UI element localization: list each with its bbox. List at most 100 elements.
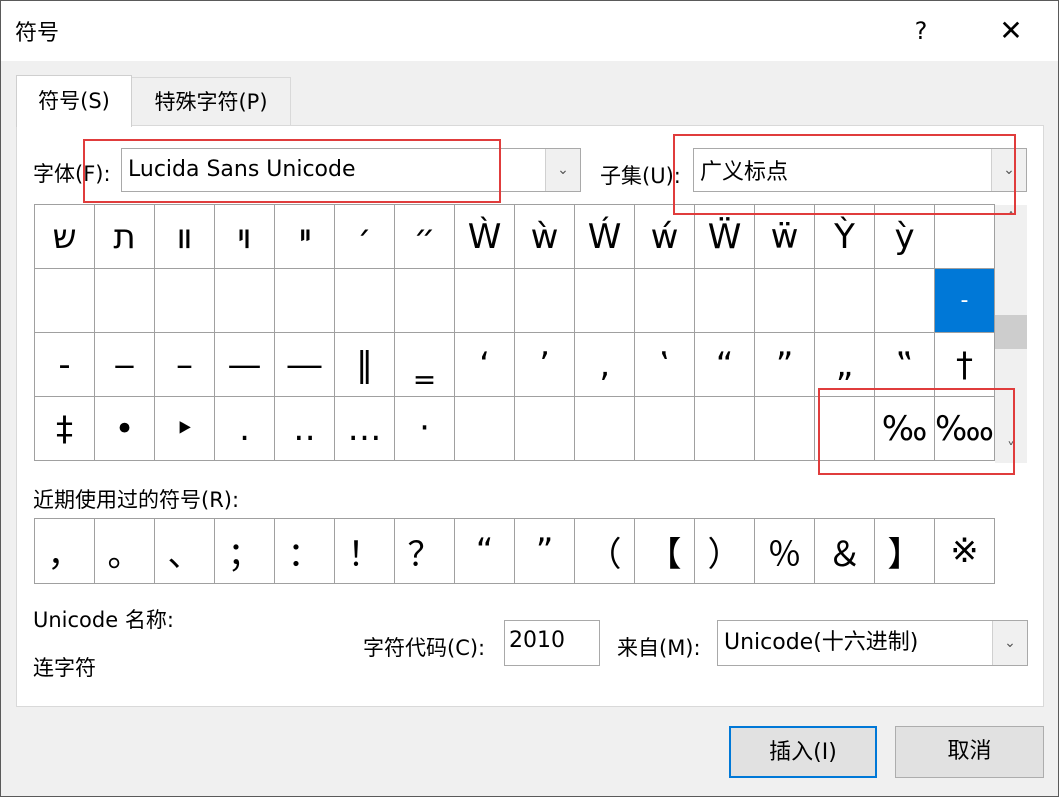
unicode-name-value: 连字符 — [33, 656, 96, 680]
symbol-cell[interactable]: – — [154, 332, 215, 397]
symbol-cell[interactable]: ‚ — [574, 332, 635, 397]
symbol-cell[interactable] — [694, 268, 755, 333]
symbol-cell[interactable] — [274, 268, 335, 333]
help-button[interactable]: ? — [894, 1, 948, 61]
recent-symbol-cell[interactable]: ） — [694, 518, 755, 584]
chevron-down-icon[interactable]: ⌄ — [992, 621, 1027, 665]
symbol-cell[interactable] — [154, 268, 215, 333]
recent-symbol-cell[interactable]: ！ — [334, 518, 395, 584]
symbol-cell[interactable]: ש — [34, 204, 95, 269]
font-combobox[interactable]: Lucida Sans Unicode ⌄ — [121, 148, 581, 192]
symbol-cell[interactable]: ẃ — [634, 204, 695, 269]
symbol-cell[interactable]: ײ — [274, 204, 335, 269]
chevron-down-icon[interactable]: ⌄ — [991, 149, 1026, 191]
symbol-cell[interactable]: … — [334, 396, 395, 461]
recent-symbol-cell[interactable]: 】 — [874, 518, 935, 584]
scroll-down-icon[interactable]: ˅ — [995, 435, 1027, 463]
symbol-cell[interactable]: װ — [154, 204, 215, 269]
symbol-cell[interactable]: • — [94, 396, 155, 461]
symbol-cell[interactable]: — — [214, 332, 275, 397]
scroll-up-icon[interactable]: ˄ — [995, 205, 1027, 233]
symbol-cell[interactable]: Ẅ — [694, 204, 755, 269]
symbol-cell[interactable] — [754, 396, 815, 461]
recent-symbol-cell[interactable]: ＆ — [814, 518, 875, 584]
symbol-cell[interactable]: Ẃ — [574, 204, 635, 269]
symbol-cell[interactable]: ‛ — [634, 332, 695, 397]
from-combobox[interactable]: Unicode(十六进制) ⌄ — [717, 620, 1028, 666]
symbol-cell[interactable]: ‱ — [933, 396, 996, 461]
tab-special-characters[interactable]: 特殊字符(P) — [131, 77, 291, 126]
recent-symbol-cell[interactable]: ” — [514, 518, 575, 584]
symbol-cell[interactable]: - — [933, 268, 996, 333]
symbol-cell[interactable]: „ — [814, 332, 875, 397]
symbol-cell[interactable]: ‥ — [274, 396, 335, 461]
close-button[interactable]: ✕ — [981, 1, 1041, 61]
recent-symbol-cell[interactable]: ※ — [934, 518, 995, 584]
symbol-cell[interactable] — [94, 268, 155, 333]
symbol-cell[interactable] — [634, 268, 695, 333]
cancel-button[interactable]: 取消 — [895, 726, 1044, 778]
symbol-cell[interactable] — [634, 396, 695, 461]
tab-symbols[interactable]: 符号(S) — [16, 75, 132, 127]
symbol-cell[interactable]: ‐ — [34, 332, 95, 397]
symbol-cell[interactable]: ׳ — [334, 204, 395, 269]
symbol-cell[interactable]: ỳ — [874, 204, 935, 269]
symbol-cell[interactable] — [694, 396, 755, 461]
symbol-grid-scrollbar[interactable]: ˄ ˅ — [995, 205, 1027, 463]
symbol-cell[interactable]: ẁ — [514, 204, 575, 269]
symbol-cell[interactable]: ” — [754, 332, 815, 397]
symbol-cell[interactable] — [334, 268, 395, 333]
unicode-name-label: Unicode 名称: — [33, 608, 174, 632]
symbol-cell[interactable]: ״ — [394, 204, 455, 269]
recent-symbol-cell[interactable]: ； — [214, 518, 275, 584]
recent-symbol-cell[interactable]: ％ — [754, 518, 815, 584]
symbol-cell[interactable]: ‗ — [394, 332, 455, 397]
symbol-cell[interactable] — [454, 396, 515, 461]
symbol-cell[interactable]: ‟ — [874, 332, 935, 397]
symbol-cell[interactable]: ‣ — [154, 396, 215, 461]
symbol-cell[interactable] — [574, 268, 635, 333]
recent-symbol-cell[interactable]: ？ — [394, 518, 455, 584]
symbol-cell[interactable]: “ — [694, 332, 755, 397]
symbol-cell[interactable]: ‘ — [454, 332, 515, 397]
symbol-cell[interactable] — [814, 396, 875, 461]
symbol-cell[interactable]: ‖ — [334, 332, 395, 397]
symbol-cell[interactable] — [394, 268, 455, 333]
recent-symbol-cell[interactable]: 。 — [94, 518, 155, 584]
recent-symbol-cell[interactable]: ： — [274, 518, 335, 584]
recent-symbol-cell[interactable]: （ — [574, 518, 635, 584]
recent-symbol-cell[interactable]: 、 — [154, 518, 215, 584]
symbol-cell[interactable] — [214, 268, 275, 333]
symbol-cell[interactable] — [34, 268, 95, 333]
symbol-cell[interactable] — [454, 268, 515, 333]
symbol-cell[interactable] — [514, 396, 575, 461]
subset-combobox[interactable]: 广义标点 ⌄ — [693, 148, 1027, 192]
symbol-cell[interactable]: ױ — [214, 204, 275, 269]
symbol-cell[interactable]: Ẁ — [454, 204, 515, 269]
symbol-cell[interactable]: ‰ — [874, 396, 935, 461]
scroll-thumb[interactable] — [995, 315, 1027, 349]
symbol-cell[interactable]: ת — [94, 204, 155, 269]
recent-symbol-cell[interactable]: “ — [454, 518, 515, 584]
symbol-cell[interactable]: ‧ — [394, 396, 455, 461]
recent-symbol-cell[interactable]: ， — [34, 518, 95, 584]
symbol-cell[interactable]: ẅ — [754, 204, 815, 269]
symbol-cell[interactable]: ‒ — [94, 332, 155, 397]
symbol-cell[interactable] — [874, 268, 935, 333]
symbol-cell[interactable] — [933, 204, 996, 269]
symbol-cell[interactable] — [514, 268, 575, 333]
symbol-cell[interactable]: ― — [274, 332, 335, 397]
symbol-cell[interactable]: ‡ — [34, 396, 95, 461]
symbol-cell[interactable] — [574, 396, 635, 461]
symbol-cell[interactable]: ․ — [214, 396, 275, 461]
insert-button[interactable]: 插入(I) — [729, 726, 877, 778]
symbol-grid: ש ת װ ױ ײ ׳ ״ Ẁẁ Ẃẃ Ẅẅ Ỳỳ - ‐ ‒ – — ― ‖ ‗ ‘’ ‚ ‛ “” „ ‟ † ‡ • ‣ ․ ‥… ‧ ‰… — [34, 204, 996, 461]
recent-symbol-cell[interactable]: 【 — [634, 518, 695, 584]
symbol-cell[interactable] — [754, 268, 815, 333]
symbol-cell[interactable]: Ỳ — [814, 204, 875, 269]
symbol-cell[interactable] — [814, 268, 875, 333]
char-code-input[interactable]: 2010 — [504, 620, 600, 666]
symbol-cell[interactable]: † — [933, 332, 996, 397]
symbol-cell[interactable]: ’ — [514, 332, 575, 397]
chevron-down-icon[interactable]: ⌄ — [545, 149, 580, 191]
